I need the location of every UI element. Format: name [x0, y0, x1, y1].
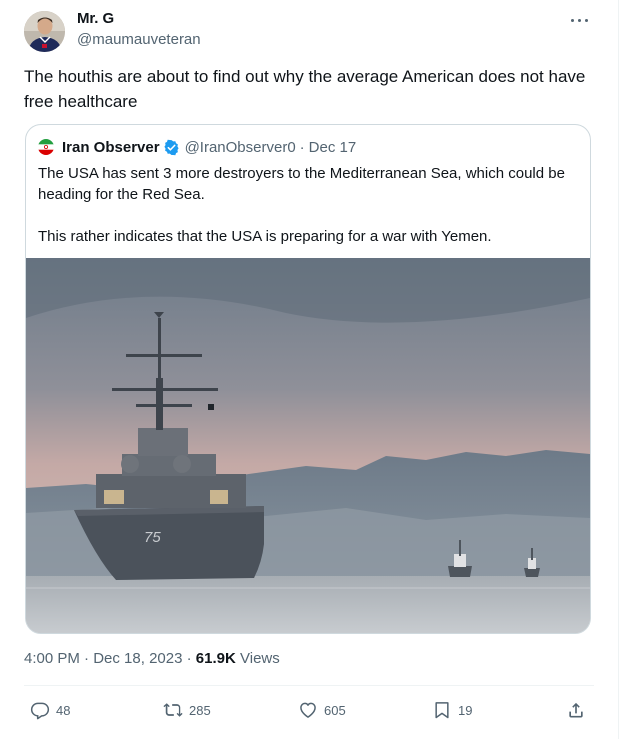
reply-icon — [30, 702, 50, 720]
quoted-tweet-text: The USA has sent 3 more destroyers to th… — [38, 163, 583, 247]
more-dot-icon — [571, 19, 575, 23]
like-count: 605 — [324, 702, 346, 718]
quoted-separator: · — [299, 138, 305, 156]
views-label: Views — [240, 650, 280, 667]
bookmark-button[interactable]: 19 — [432, 698, 472, 722]
quoted-paragraph: This rather indicates that the USA is pr… — [38, 228, 492, 245]
more-dot-icon — [585, 19, 589, 23]
author-avatar[interactable] — [24, 11, 65, 52]
quoted-tweet[interactable]: Iran Observer @IranObserver0 · Dec 17 Th… — [25, 124, 591, 634]
share-button[interactable] — [566, 698, 586, 722]
repost-icon — [163, 703, 183, 717]
heart-icon — [300, 702, 316, 718]
views-count[interactable]: 61.9K — [196, 650, 236, 667]
reply-count: 48 — [56, 702, 71, 718]
bookmark-icon — [435, 702, 449, 719]
destroyer-ships-photo[interactable]: 75 — [26, 258, 590, 633]
like-button[interactable]: 605 — [298, 698, 346, 722]
quoted-display-name[interactable]: Iran Observer — [62, 139, 160, 156]
bookmark-count: 19 — [458, 702, 473, 718]
more-dot-icon — [578, 19, 582, 23]
iran-flag-avatar-icon[interactable] — [38, 139, 54, 155]
author-display-name[interactable]: Mr. G — [77, 10, 114, 27]
verified-badge-icon — [163, 139, 179, 155]
meta-separator: · — [186, 650, 192, 667]
author-handle[interactable]: @maumauveteran — [77, 31, 201, 48]
quoted-date[interactable]: Dec 17 — [309, 139, 357, 156]
tweet-time[interactable]: 4:00 PM — [24, 650, 80, 667]
quoted-handle[interactable]: @IranObserver0 — [185, 139, 296, 156]
tweet-date[interactable]: Dec 18, 2023 — [93, 650, 182, 667]
tweet-text: The houthis are about to find out why th… — [24, 67, 586, 111]
reply-button[interactable]: 48 — [30, 698, 70, 722]
divider — [24, 685, 594, 686]
repost-count: 285 — [189, 702, 211, 718]
quoted-paragraph: The USA has sent 3 more destroyers to th… — [38, 165, 565, 203]
hull-number: 75 — [144, 529, 161, 546]
quoted-tweet-header: Iran Observer @IranObserver0 · Dec 17 — [38, 137, 356, 157]
repost-button[interactable]: 285 — [163, 698, 211, 722]
tweet-meta: 4:00 PM · Dec 18, 2023 · 61.9K Views — [24, 650, 280, 667]
share-icon — [569, 702, 583, 718]
more-options-button[interactable] — [568, 14, 592, 28]
profile-photo-icon — [24, 11, 65, 52]
tweet: Mr. G @maumauveteran The houthis are abo… — [0, 0, 619, 739]
meta-separator: · — [84, 650, 90, 667]
